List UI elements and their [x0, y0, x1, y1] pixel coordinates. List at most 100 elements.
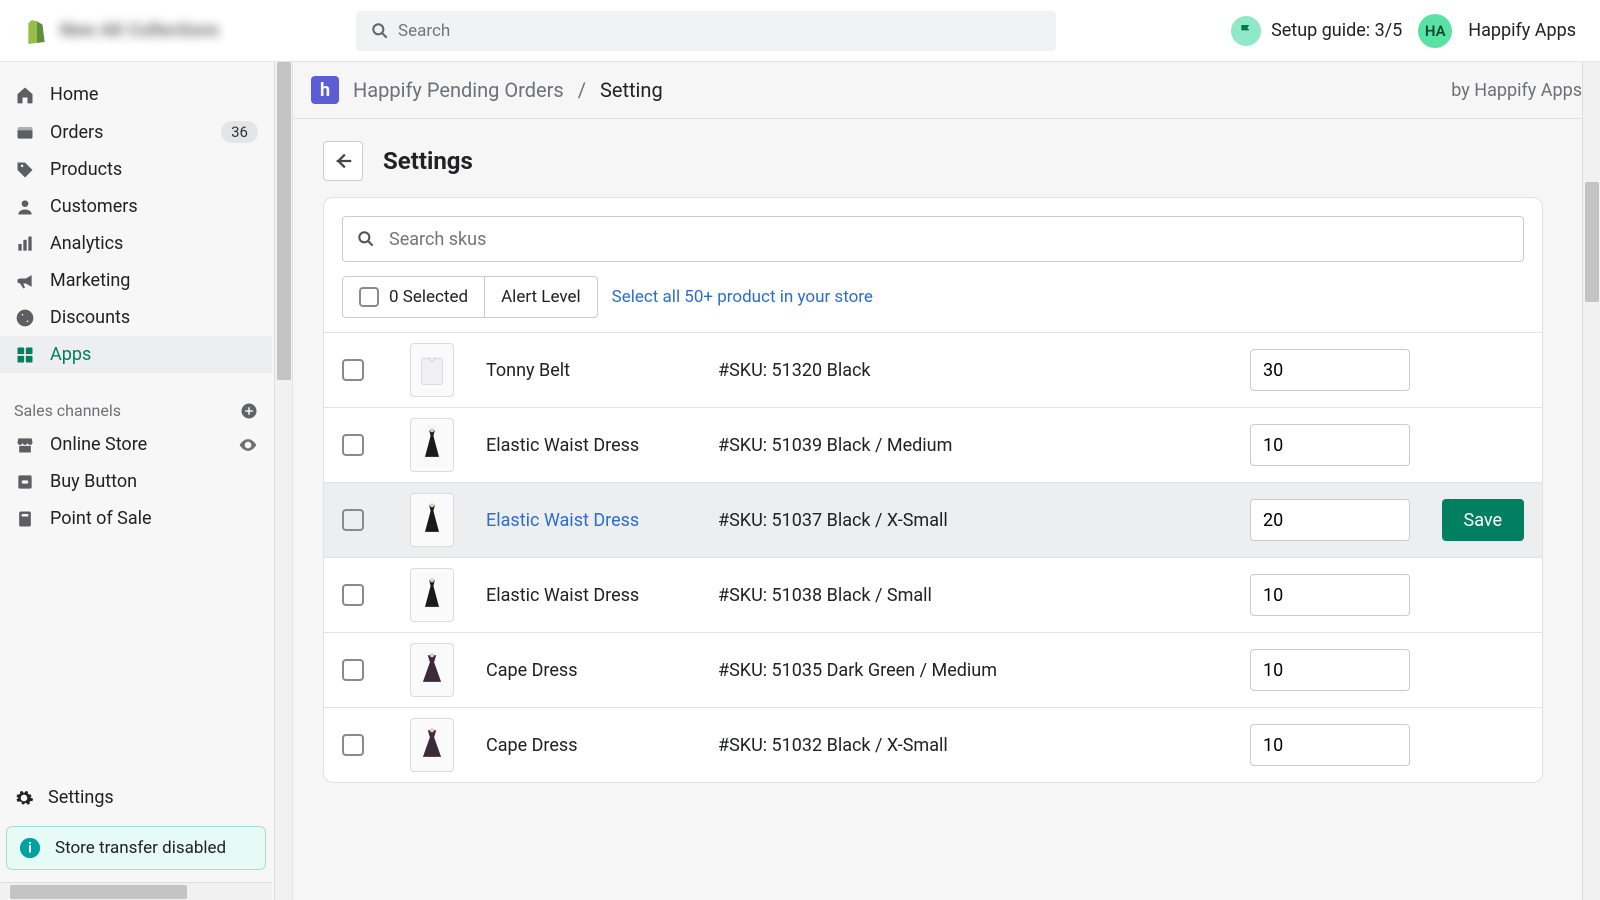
info-icon: i: [19, 837, 41, 859]
analytics-icon: [14, 234, 36, 254]
quantity-input[interactable]: [1250, 724, 1410, 766]
eye-icon[interactable]: [238, 435, 258, 455]
transfer-banner-text: Store transfer disabled: [55, 838, 226, 858]
breadcrumb-parent[interactable]: Happify Pending Orders: [353, 78, 564, 102]
quantity-input[interactable]: [1250, 424, 1410, 466]
add-channel-icon[interactable]: [240, 402, 258, 420]
sales-channels-header: Sales channels: [0, 387, 272, 426]
discounts-icon: [14, 308, 36, 328]
channel-item-point-of-sale[interactable]: Point of Sale: [0, 500, 272, 537]
breadcrumb: h Happify Pending Orders / Setting by Ha…: [293, 62, 1600, 119]
quantity-input[interactable]: [1250, 349, 1410, 391]
search-icon: [370, 21, 390, 41]
product-name[interactable]: Elastic Waist Dress: [486, 510, 706, 531]
product-sku: #SKU: 51032 Black / X-Small: [718, 735, 1238, 756]
row-checkbox[interactable]: [342, 509, 364, 531]
page-title: Settings: [383, 147, 473, 175]
product-thumbnail: [410, 493, 454, 547]
orders-icon: [14, 122, 36, 142]
product-name: Elastic Waist Dress: [486, 435, 706, 456]
setup-guide-label: Setup guide: 3/5: [1271, 20, 1402, 41]
product-sku: #SKU: 51039 Black / Medium: [718, 435, 1238, 456]
apps-icon: [14, 345, 36, 365]
nav-item-products[interactable]: Products: [0, 151, 272, 188]
nav-item-marketing[interactable]: Marketing: [0, 262, 272, 299]
top-right: Setup guide: 3/5 HA Happify Apps: [1231, 14, 1576, 48]
product-sku: #SKU: 51035 Dark Green / Medium: [718, 660, 1238, 681]
table-row: Elastic Waist Dress #SKU: 51038 Black / S…: [324, 557, 1542, 632]
product-thumbnail: [410, 643, 454, 697]
top-bar: New AK Collections Setup guide: 3/5 HA H…: [0, 0, 1600, 62]
setup-guide-button[interactable]: Setup guide: 3/5: [1231, 16, 1402, 46]
avatar[interactable]: HA: [1418, 14, 1452, 48]
product-thumbnail: [410, 343, 454, 397]
main-area: h Happify Pending Orders / Setting by Ha…: [293, 62, 1600, 900]
nav-item-customers[interactable]: Customers: [0, 188, 272, 225]
nav-item-apps[interactable]: Apps: [0, 336, 272, 373]
nav-item-label: Home: [50, 84, 98, 105]
username-label: Happify Apps: [1468, 20, 1576, 41]
shopify-logo-icon: [24, 18, 50, 44]
pos-icon: [14, 509, 36, 529]
channel-label: Buy Button: [50, 471, 137, 492]
product-thumbnail: [410, 418, 454, 472]
page-head: Settings: [293, 119, 1600, 197]
products-icon: [14, 160, 36, 180]
select-all-link[interactable]: Select all 50+ product in your store: [612, 287, 873, 307]
search-icon: [356, 229, 376, 249]
product-thumbnail: [410, 718, 454, 772]
sku-search-input[interactable]: [342, 216, 1524, 262]
product-name: Cape Dress: [486, 660, 706, 681]
global-search-input[interactable]: [356, 11, 1056, 51]
main-vertical-scrollbar[interactable]: [1582, 62, 1600, 900]
row-checkbox[interactable]: [342, 359, 364, 381]
nav-item-orders[interactable]: Orders 36: [0, 113, 272, 151]
logo-area: New AK Collections: [24, 18, 344, 44]
nav-item-label: Orders: [50, 122, 103, 143]
product-name: Tonny Belt: [486, 360, 706, 381]
sidebar-horizontal-scrollbar[interactable]: [0, 882, 272, 900]
selected-count-label: 0 Selected: [389, 287, 468, 307]
back-button[interactable]: [323, 141, 363, 181]
sales-channels-label: Sales channels: [14, 401, 121, 420]
sidebar-vertical-scrollbar[interactable]: [274, 62, 292, 900]
row-checkbox[interactable]: [342, 659, 364, 681]
nav-item-label: Discounts: [50, 307, 130, 328]
quantity-input[interactable]: [1250, 574, 1410, 616]
home-icon: [14, 85, 36, 105]
nav-item-discounts[interactable]: Discounts: [0, 299, 272, 336]
product-name: Cape Dress: [486, 735, 706, 756]
nav-item-label: Products: [50, 159, 122, 180]
store-transfer-banner[interactable]: i Store transfer disabled: [6, 826, 266, 870]
alert-level-button[interactable]: Alert Level: [485, 277, 597, 317]
quantity-input[interactable]: [1250, 499, 1410, 541]
nav-item-home[interactable]: Home: [0, 76, 272, 113]
nav-badge: 36: [221, 121, 258, 143]
table-row: Tonny Belt#SKU: 51320 Black: [324, 332, 1542, 407]
settings-label: Settings: [48, 787, 114, 808]
product-name: Elastic Waist Dress: [486, 585, 706, 606]
selected-count-button[interactable]: 0 Selected: [343, 277, 485, 317]
nav-item-label: Apps: [50, 344, 91, 365]
channel-item-buy-button[interactable]: Buy Button: [0, 463, 272, 500]
row-checkbox[interactable]: [342, 584, 364, 606]
quantity-input[interactable]: [1250, 649, 1410, 691]
nav-item-label: Analytics: [50, 233, 123, 254]
settings-card: 0 Selected Alert Level Select all 50+ pr…: [323, 197, 1543, 783]
settings-nav-item[interactable]: Settings: [0, 777, 272, 818]
global-search-wrap: [356, 11, 1056, 51]
table-row: Cape Dress #SKU: 51032 Black / X-Small: [324, 707, 1542, 782]
nav-item-analytics[interactable]: Analytics: [0, 225, 272, 262]
product-sku: #SKU: 51038 Black / Small: [718, 585, 1238, 606]
row-checkbox[interactable]: [342, 434, 364, 456]
breadcrumb-sep: /: [578, 78, 586, 102]
breadcrumb-by: by Happify Apps: [1451, 80, 1582, 101]
breadcrumb-current: Setting: [600, 78, 663, 102]
gear-icon: [14, 788, 34, 808]
save-button[interactable]: Save: [1442, 499, 1525, 541]
row-checkbox[interactable]: [342, 734, 364, 756]
svg-text:i: i: [28, 841, 32, 857]
buy-icon: [14, 472, 36, 492]
channel-label: Online Store: [50, 434, 147, 455]
channel-item-online-store[interactable]: Online Store: [0, 426, 272, 463]
